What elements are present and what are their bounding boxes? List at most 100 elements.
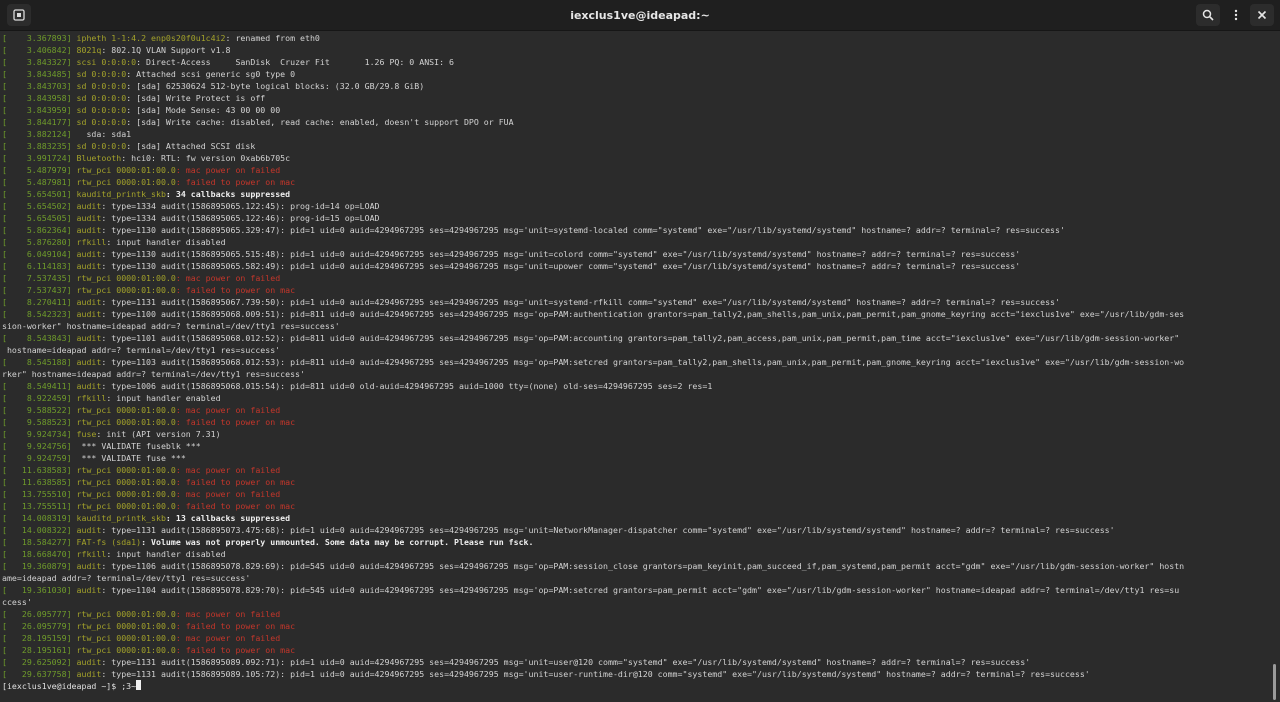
log-message: : type=1101 audit(1586895068.012:52): pi…	[101, 333, 1180, 343]
search-button[interactable]	[1196, 4, 1220, 26]
log-timestamp: [ 29.637758]	[2, 669, 72, 679]
log-source: rtw_pci 0000:01:00.0	[76, 417, 176, 427]
log-line: [ 6.114183] audit: type=1130 audit(15868…	[2, 260, 1270, 272]
log-source: 8021q	[76, 45, 102, 55]
log-message: : type=1006 audit(1586895068.015:54): pi…	[101, 381, 713, 391]
log-source: Bluetooth	[76, 153, 122, 163]
log-timestamp: [ 8.549411]	[2, 381, 72, 391]
log-timestamp: [ 18.668470]	[2, 549, 72, 559]
log-source: rtw_pci 0000:01:00.0	[76, 165, 176, 175]
log-line: [ 13.755510] rtw_pci 0000:01:00.0: mac p…	[2, 488, 1270, 500]
log-line: [ 28.195161] rtw_pci 0000:01:00.0: faile…	[2, 644, 1270, 656]
log-line: [ 14.008322] audit: type=1131 audit(1586…	[2, 524, 1270, 536]
log-timestamp: [ 3.883235]	[2, 141, 72, 151]
log-line: [ 8.549411] audit: type=1006 audit(15868…	[2, 380, 1270, 392]
log-timestamp: [ 28.195159]	[2, 633, 72, 643]
log-message: : [sda] 62530624 512-byte logical blocks…	[126, 81, 425, 91]
log-timestamp: [ 11.638585]	[2, 477, 72, 487]
log-line: ame=ideapad addr=? terminal=/dev/tty1 re…	[2, 572, 1270, 584]
log-line: [ 3.406842] 8021q: 802.1Q VLAN Support v…	[2, 44, 1270, 56]
log-timestamp: [ 8.542323]	[2, 309, 72, 319]
log-source: rtw_pci 0000:01:00.0	[76, 405, 176, 415]
log-line: [ 11.638583] rtw_pci 0000:01:00.0: mac p…	[2, 464, 1270, 476]
log-line: [ 28.195159] rtw_pci 0000:01:00.0: mac p…	[2, 632, 1270, 644]
log-message: : type=1103 audit(1586895068.012:53): pi…	[101, 357, 1185, 367]
scrollbar[interactable]	[1273, 664, 1276, 700]
log-message: : Direct-Access SanDisk Cruzer Fit 1.26 …	[136, 57, 455, 67]
log-source: audit	[76, 201, 102, 211]
log-line: [ 11.638585] rtw_pci 0000:01:00.0: faile…	[2, 476, 1270, 488]
log-line: [ 9.588522] rtw_pci 0000:01:00.0: mac po…	[2, 404, 1270, 416]
menu-button[interactable]	[1224, 4, 1248, 26]
log-timestamp: [ 3.843958]	[2, 93, 72, 103]
log-timestamp: [ 5.487981]	[2, 177, 72, 187]
log-message: : failed to power on mac	[175, 621, 296, 631]
log-timestamp: [ 3.843959]	[2, 105, 72, 115]
log-line: [ 5.654505] audit: type=1334 audit(15868…	[2, 212, 1270, 224]
log-source: sd 0:0:0:0	[76, 141, 127, 151]
log-timestamp: [ 5.487979]	[2, 165, 72, 175]
log-timestamp: [ 3.406842]	[2, 45, 72, 55]
text-cursor	[136, 680, 142, 690]
log-message: : renamed from eth0	[225, 33, 320, 43]
log-source: sd 0:0:0:0	[76, 105, 127, 115]
log-message: rker" hostname=ideapad addr=? terminal=/…	[2, 369, 305, 379]
log-line: [ 5.487981] rtw_pci 0000:01:00.0: failed…	[2, 176, 1270, 188]
log-message: : [sda] Mode Sense: 43 00 00 00	[126, 105, 281, 115]
log-timestamp: [ 9.924756]	[2, 441, 72, 451]
log-message: : type=1131 audit(1586895073.475:68): pi…	[101, 525, 1115, 535]
log-line: [ 3.367893] ipheth 1-1:4.2 enp0s20f0u1c4…	[2, 32, 1270, 44]
shell-prompt: [iexclus1ve@ideapad ~]$ ;3~	[2, 681, 137, 691]
log-source: sd 0:0:0:0	[76, 93, 127, 103]
log-message: : mac power on failed	[175, 273, 281, 283]
log-message: : [sda] Attached SCSI disk	[126, 141, 256, 151]
log-timestamp: [ 7.537435]	[2, 273, 72, 283]
log-source: audit	[76, 333, 102, 343]
log-message: sion-worker" hostname=ideapad addr=? ter…	[2, 321, 340, 331]
log-line: [ 8.545188] audit: type=1103 audit(15868…	[2, 356, 1270, 368]
log-line: [ 5.876280] rfkill: input handler disabl…	[2, 236, 1270, 248]
log-source: rfkill	[76, 549, 107, 559]
shell-prompt-line[interactable]: [iexclus1ve@ideapad ~]$ ;3~	[2, 680, 1270, 692]
log-source: audit	[76, 381, 102, 391]
terminal-output[interactable]: [ 3.367893] ipheth 1-1:4.2 enp0s20f0u1c4…	[0, 31, 1270, 702]
log-timestamp: [ 26.095779]	[2, 621, 72, 631]
window-titlebar: iexclus1ve@ideapad:~	[0, 0, 1280, 31]
log-source: audit	[76, 261, 102, 271]
log-line: [ 3.883235] sd 0:0:0:0: [sda] Attached S…	[2, 140, 1270, 152]
log-timestamp: [ 7.537437]	[2, 285, 72, 295]
log-line: [ 3.844177] sd 0:0:0:0: [sda] Write cach…	[2, 116, 1270, 128]
log-line: [ 14.008319] kauditd_printk_skb: 13 call…	[2, 512, 1270, 524]
log-line: [ 7.537435] rtw_pci 0000:01:00.0: mac po…	[2, 272, 1270, 284]
log-source: rtw_pci 0000:01:00.0	[76, 465, 176, 475]
log-source: fuse	[76, 429, 97, 439]
log-timestamp: [ 14.008319]	[2, 513, 72, 523]
log-timestamp: [ 13.755510]	[2, 489, 72, 499]
log-message: : hci0: RTL: fw version 0xab6b705c	[121, 153, 291, 163]
log-timestamp: [ 11.638583]	[2, 465, 72, 475]
log-message: : input handler disabled	[106, 549, 226, 559]
log-source: rtw_pci 0000:01:00.0	[76, 621, 176, 631]
log-line: [ 5.654501] kauditd_printk_skb: 34 callb…	[2, 188, 1270, 200]
log-timestamp: [ 29.625092]	[2, 657, 72, 667]
log-source: audit	[76, 357, 102, 367]
log-line: [ 13.755511] rtw_pci 0000:01:00.0: faile…	[2, 500, 1270, 512]
log-line: rker" hostname=ideapad addr=? terminal=/…	[2, 368, 1270, 380]
log-message: : Attached scsi generic sg0 type 0	[126, 69, 296, 79]
log-message: : 34 callbacks suppressed	[165, 189, 291, 199]
close-button[interactable]	[1250, 4, 1274, 26]
log-timestamp: [ 5.654505]	[2, 213, 72, 223]
log-message: : mac power on failed	[175, 405, 281, 415]
log-message: : type=1130 audit(1586895065.582:49): pi…	[101, 261, 1021, 271]
log-line: [ 8.922459] rfkill: input handler enable…	[2, 392, 1270, 404]
log-line: sion-worker" hostname=ideapad addr=? ter…	[2, 320, 1270, 332]
log-timestamp: [ 5.654502]	[2, 201, 72, 211]
log-message: : Volume was not properly unmounted. Som…	[141, 537, 534, 547]
log-timestamp: [ 5.876280]	[2, 237, 72, 247]
log-line: [ 5.487979] rtw_pci 0000:01:00.0: mac po…	[2, 164, 1270, 176]
log-source: rtw_pci 0000:01:00.0	[76, 609, 176, 619]
log-line: [ 7.537437] rtw_pci 0000:01:00.0: failed…	[2, 284, 1270, 296]
log-message: : type=1130 audit(1586895065.329:47): pi…	[101, 225, 1065, 235]
log-message: : [sda] Write cache: disabled, read cach…	[126, 117, 514, 127]
new-tab-button[interactable]	[7, 4, 31, 26]
